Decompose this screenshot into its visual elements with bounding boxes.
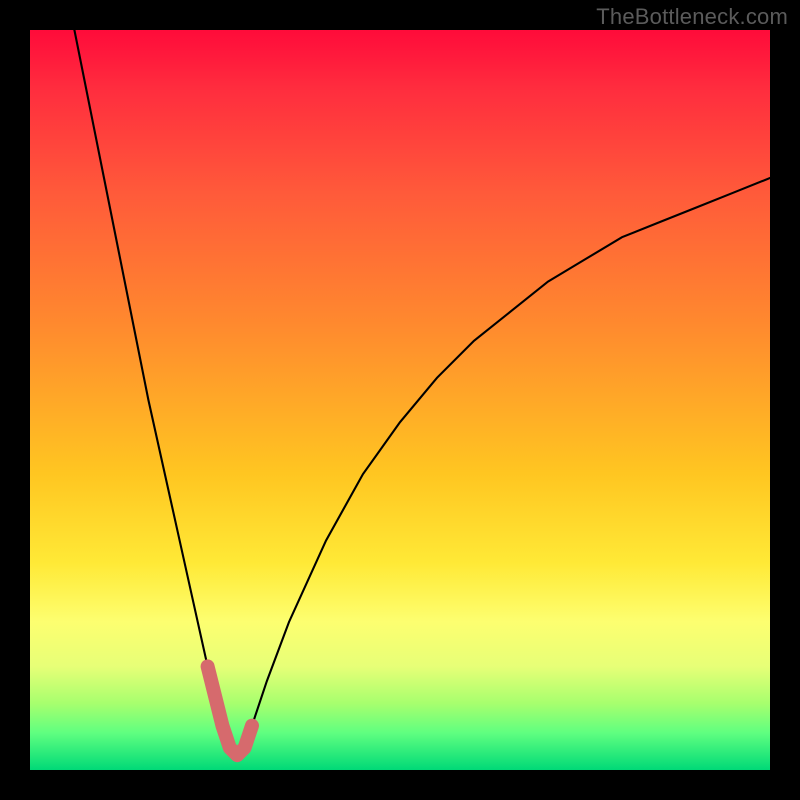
valley-marker-path [208,666,252,755]
chart-frame: TheBottleneck.com [0,0,800,800]
bottleneck-curve-path [74,30,770,755]
chart-plot-area [30,30,770,770]
curve-svg [30,30,770,770]
attribution-label: TheBottleneck.com [596,4,788,30]
